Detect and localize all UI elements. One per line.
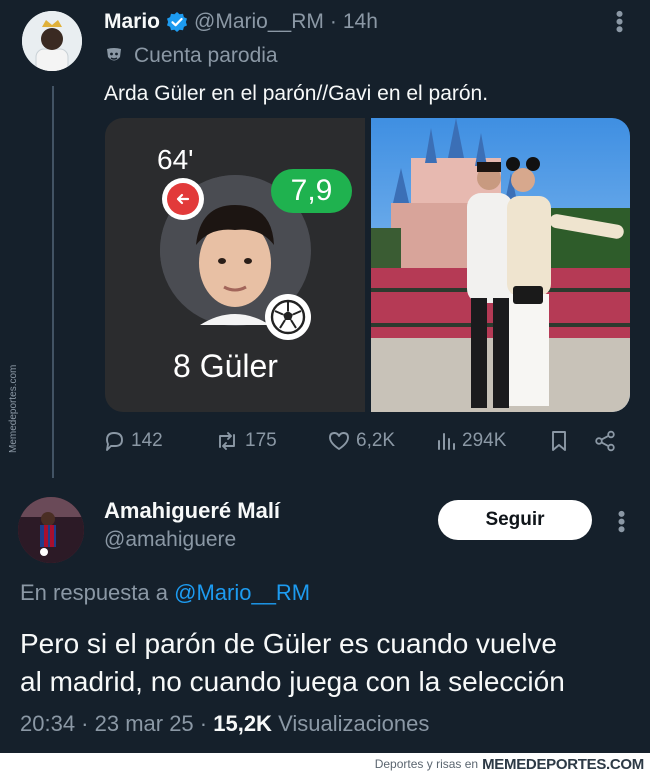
reply-author-name[interactable]: Amahigueré Malí <box>104 498 280 524</box>
share-button[interactable] <box>594 430 616 452</box>
parody-text: Cuenta parodia <box>134 44 278 67</box>
like-count: 6,2K <box>356 430 396 451</box>
reply-avatar-image <box>18 497 84 563</box>
author-handle[interactable]: @Mario__RM <box>194 10 324 34</box>
author-name[interactable]: Mario <box>104 10 160 34</box>
separator-dot: · <box>329 10 337 33</box>
author-avatar[interactable] <box>22 11 82 71</box>
tweet-text: Arda Güler en el parón//Gavi en el parón… <box>104 82 489 105</box>
football-icon <box>265 294 311 340</box>
media-photo[interactable] <box>371 118 630 412</box>
player-rating-badge: 7,9 <box>271 169 352 213</box>
retweet-action[interactable]: 175 <box>215 430 277 452</box>
side-watermark-text: Memedeportes.com <box>8 365 19 453</box>
minute-label: 64' <box>157 144 194 175</box>
analytics-icon <box>436 431 456 451</box>
retweet-icon <box>215 430 239 452</box>
footer-tagline: Deportes y risas en <box>374 757 479 771</box>
reply-more-options-icon[interactable]: ••• <box>609 510 634 533</box>
reply-text-line-2: al madrid, no cuando juega con la selecc… <box>20 666 565 697</box>
reply-text: Pero si el parón de Güler es cuando vuel… <box>20 625 640 701</box>
verified-badge-icon <box>166 11 188 33</box>
footer-brand: MEMEDEPORTES.COM <box>482 755 644 773</box>
share-icon <box>594 430 616 452</box>
views-count: 294K <box>462 430 507 451</box>
heart-icon <box>328 430 350 452</box>
reply-author-avatar[interactable] <box>18 497 84 563</box>
more-options-icon[interactable]: ••• <box>607 10 632 33</box>
follow-button[interactable]: Seguir <box>438 500 592 540</box>
player-label: 8 Güler <box>173 348 278 384</box>
avatar-image <box>22 11 82 71</box>
reply-timestamp[interactable]: 20:34 · 23 mar 25 · <box>20 711 207 736</box>
reply-to-prefix: En respuesta a <box>20 580 168 605</box>
reply-text-line-1: Pero si el parón de Güler es cuando vuel… <box>20 628 557 659</box>
tweet-time[interactable]: 14h <box>343 10 378 34</box>
media-player-card[interactable]: 64' 7,9 8 Güler <box>105 118 365 412</box>
views-action[interactable]: 294K <box>436 430 506 452</box>
substituted-off-icon <box>162 178 204 220</box>
footer-watermark: Deportes y risas en MEMEDEPORTES.COM <box>0 753 650 775</box>
bookmark-button[interactable] <box>549 430 569 452</box>
reply-views-count: 15,2K <box>213 711 272 736</box>
like-action[interactable]: 6,2K <box>328 430 395 452</box>
parody-label: Cuenta parodia <box>104 44 278 68</box>
reply-action[interactable]: 142 <box>103 430 163 452</box>
reply-icon <box>103 430 125 452</box>
retweet-count: 175 <box>245 430 277 451</box>
reply-meta: 20:34 · 23 mar 25 · 15,2K Visualizacione… <box>20 711 429 737</box>
side-watermark: Memedeportes.com <box>4 335 20 455</box>
reply-count: 142 <box>131 430 163 451</box>
reply-to-line: En respuesta a @Mario__RM <box>20 580 310 606</box>
thread-line <box>52 86 54 478</box>
bookmark-icon <box>549 430 569 452</box>
reply-author-handle[interactable]: @amahiguere <box>104 528 236 552</box>
tweet-header: Mario @Mario__RM · 14h <box>104 10 378 34</box>
reply-to-handle[interactable]: @Mario__RM <box>174 580 310 605</box>
theater-mask-icon <box>104 46 124 66</box>
reply-views-label: Visualizaciones <box>278 711 430 736</box>
